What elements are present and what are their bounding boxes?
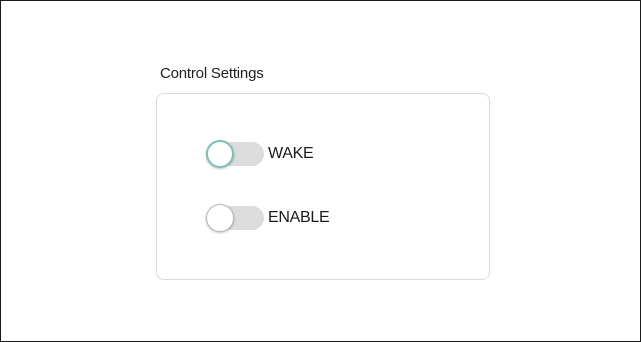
wake-toggle-track[interactable]	[206, 140, 264, 168]
control-settings-title: Control Settings	[160, 65, 264, 82]
enable-toggle[interactable]: ENABLE	[206, 203, 330, 233]
control-settings-group	[156, 93, 490, 280]
wake-toggle[interactable]: WAKE	[206, 139, 314, 169]
enable-toggle-track[interactable]	[206, 204, 264, 232]
enable-toggle-label: ENABLE	[268, 209, 330, 226]
wake-toggle-label: WAKE	[268, 145, 314, 162]
enable-toggle-knob[interactable]	[206, 204, 234, 232]
wake-toggle-knob[interactable]	[206, 140, 234, 168]
